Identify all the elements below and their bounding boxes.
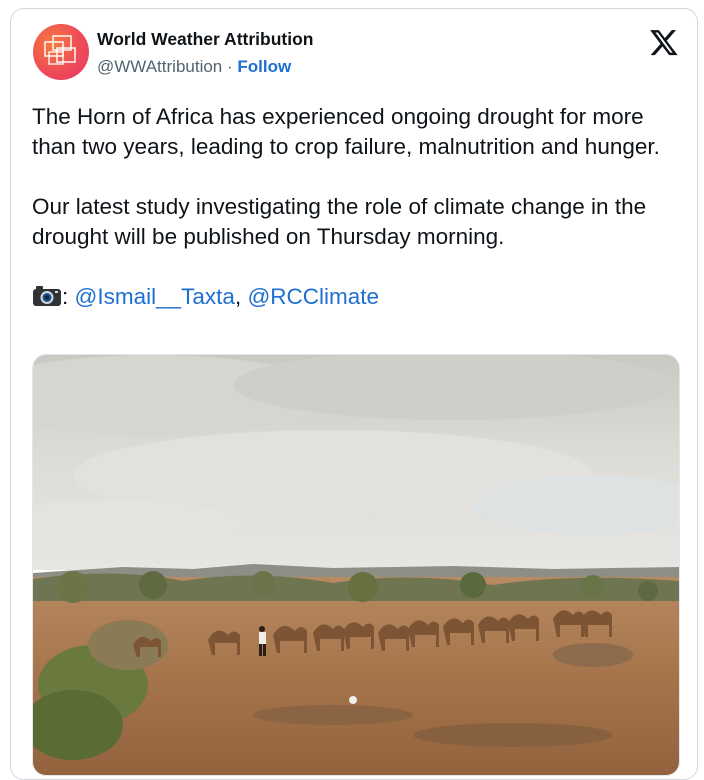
x-logo-icon[interactable] [649,27,679,57]
drought-camels-photo [33,355,679,775]
photo-credit: : @Ismail__Taxta, @RCClimate [32,282,682,312]
tweet-text: The Horn of Africa has experienced ongoi… [32,102,682,342]
follow-button[interactable]: Follow [237,57,291,76]
author-handle[interactable]: @WWAttribution [97,57,222,76]
tweet-card: World Weather Attribution @WWAttribution… [10,8,698,780]
mention-ismail[interactable]: @Ismail__Taxta [75,284,235,309]
tweet-paragraph-1: The Horn of Africa has experienced ongoi… [32,104,660,159]
author-avatar[interactable] [33,24,89,80]
credit-colon: : [62,284,69,309]
wwa-logo-icon [44,35,76,65]
tweet-photo[interactable] [32,354,680,776]
author-handle-row: @WWAttribution · Follow [97,57,291,77]
author-name[interactable]: World Weather Attribution [97,29,313,50]
mention-rcclimate[interactable]: @RCClimate [247,284,379,309]
tweet-paragraph-2: Our latest study investigating the role … [32,194,647,249]
separator-dot: · [227,57,233,76]
mention-comma: , [234,284,242,309]
camera-icon [33,286,61,306]
